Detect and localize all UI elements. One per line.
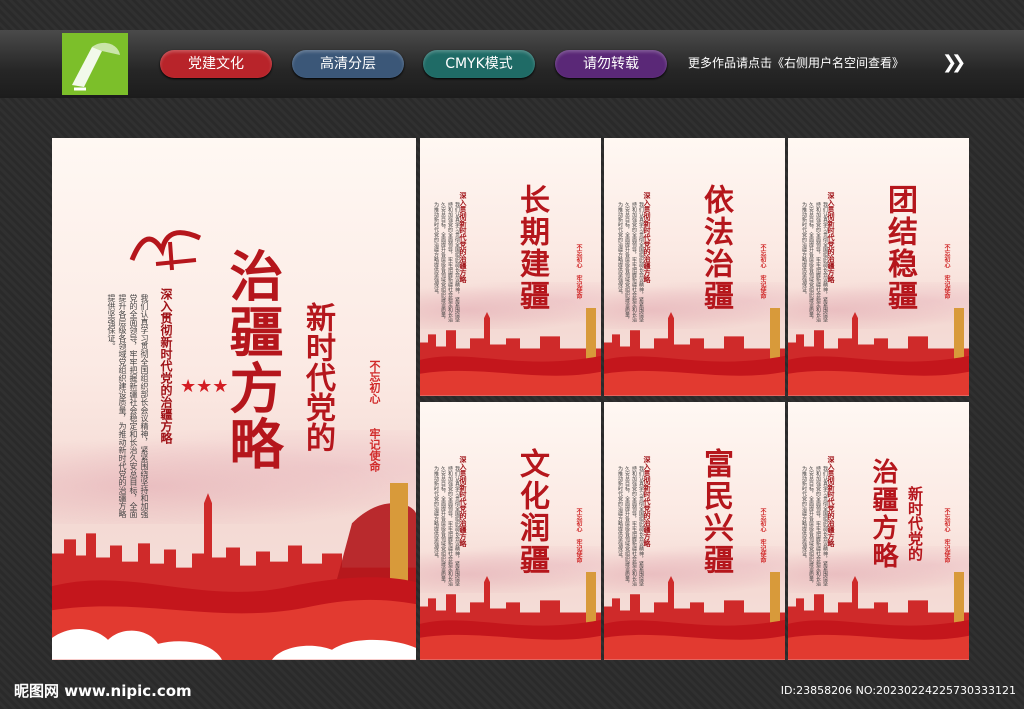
- tag-hd-layers[interactable]: 高清分层: [292, 50, 404, 78]
- slogan-b: 牢记使命: [368, 428, 381, 472]
- poster-display: 我们认真学习贯彻全国组织部长会议精神，紧紧围绕坚持和加强党的全面领导，牢牢把握新…: [52, 138, 970, 660]
- pen-logo-icon: [62, 33, 128, 95]
- poster-3: 深入贯彻新时代党的治疆方略 我们认真学习贯彻全国组织部长会议精神，紧紧围绕坚持和…: [788, 138, 969, 396]
- poster-title: 治疆方略: [868, 458, 898, 570]
- tag-dangjian[interactable]: 党建文化: [160, 50, 272, 78]
- red-ribbon: [788, 356, 969, 396]
- poster-title: 依法治疆: [698, 184, 733, 312]
- poster-1: 深入贯彻新时代党的治疆方略 我们认真学习贯彻全国组织部长会议精神，紧紧围绕坚持和…: [420, 138, 601, 396]
- poster-title: 文化润疆: [514, 448, 549, 576]
- poster-body: 我们认真学习贯彻全国组织部长会议精神，紧紧围绕坚持和加强党的全面领导，牢牢把握新…: [617, 202, 644, 322]
- red-ribbon: [420, 620, 601, 660]
- main-poster: 我们认真学习贯彻全国组织部长会议精神，紧紧围绕坚持和加强党的全面领导，牢牢把握新…: [52, 138, 416, 660]
- poster-body: 我们认真学习贯彻全国组织部长会议精神，紧紧围绕坚持和加强党的全面领导，牢牢把握新…: [617, 466, 644, 586]
- red-ribbon: [604, 620, 785, 660]
- poster-5: 深入贯彻新时代党的治疆方略 我们认真学习贯彻全国组织部长会议精神，紧紧围绕坚持和…: [604, 402, 785, 660]
- poster-title: 富民兴疆: [698, 448, 733, 576]
- poster-body: 我们认真学习贯彻全国组织部长会议精神，紧紧围绕坚持和加强党的全面领导，牢牢把握新…: [801, 202, 828, 322]
- tag-no-repost[interactable]: 请勿转载: [555, 50, 667, 78]
- poster-body: 我们认真学习贯彻全国组织部长会议精神，紧紧围绕坚持和加强党的全面领导，牢牢把握新…: [433, 202, 460, 322]
- image-id-text: ID:23858206 NO:20230224225730333121: [780, 684, 1016, 697]
- slogan-a: 不忘初心: [368, 360, 381, 404]
- main-title: 治疆方略: [220, 248, 284, 472]
- double-chevron-right-icon[interactable]: ❯❯: [942, 52, 966, 73]
- poster-body: 我们认真学习贯彻全国组织部长会议精神，紧紧围绕坚持和加强党的全面领导，牢牢把握新…: [433, 466, 460, 586]
- poster-2: 深入贯彻新时代党的治疆方略 我们认真学习贯彻全国组织部长会议精神，紧紧围绕坚持和…: [604, 138, 785, 396]
- poster-body: 我们认真学习贯彻全国组织部长会议精神，紧紧围绕坚持和加强党的全面领导，牢牢把握新…: [801, 466, 828, 586]
- tag-cmyk[interactable]: CMYK模式: [423, 50, 535, 78]
- poster-title: 长期建疆: [514, 184, 549, 312]
- site-watermark: 昵图网 www.nipic.com: [14, 682, 192, 700]
- more-works-link[interactable]: 更多作品请点击《右侧用户名空间查看》: [688, 54, 904, 71]
- red-ribbon: [788, 620, 969, 660]
- red-ribbon: [604, 356, 785, 396]
- red-ribbon: [420, 356, 601, 396]
- poster-title: 团结稳疆: [882, 184, 917, 312]
- poster-subtitle: 新时代党的: [906, 486, 924, 561]
- main-subtitle: 新时代党的: [300, 302, 335, 452]
- poster-4: 深入贯彻新时代党的治疆方略 我们认真学习贯彻全国组织部长会议精神，紧紧围绕坚持和…: [420, 402, 601, 660]
- china-dream-calligraphy-icon: [129, 230, 202, 271]
- poster-6: 深入贯彻新时代党的治疆方略 我们认真学习贯彻全国组织部长会议精神，紧紧围绕坚持和…: [788, 402, 969, 660]
